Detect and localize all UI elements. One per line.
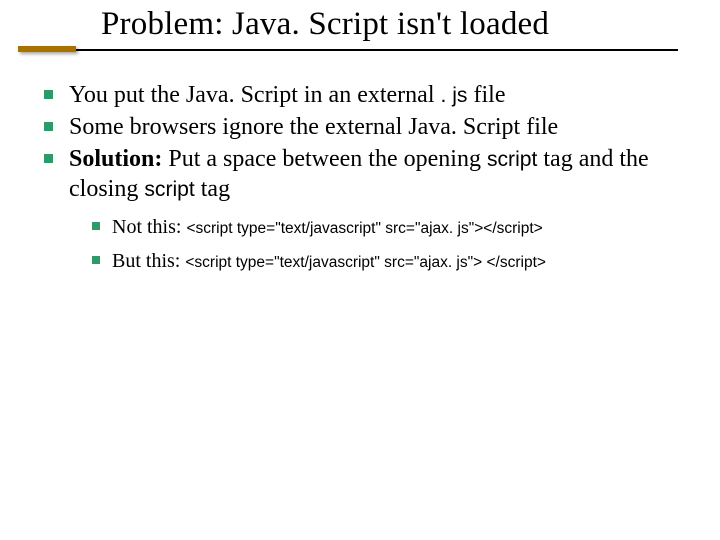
code-text: script [487, 148, 537, 171]
text: But this: [112, 250, 185, 272]
sub-bullet-1-text: Not this: <script type="text/javascript"… [112, 214, 543, 240]
bullet-icon [44, 154, 53, 163]
bullet-icon [92, 222, 100, 230]
slide-title: Problem: Java. Script isn't loaded [101, 6, 549, 43]
text: tag [195, 176, 230, 202]
title-underline [76, 49, 678, 51]
bullet-icon [44, 122, 53, 131]
sub-bullet-2: But this: <script type="text/javascript"… [92, 248, 684, 274]
code-text: <script type="text/javascript" src="ajax… [186, 220, 542, 237]
code-text: . js [441, 84, 468, 107]
bullet-2-text: Some browsers ignore the external Java. … [69, 112, 558, 142]
bullet-3: Solution: Put a space between the openin… [44, 144, 684, 204]
sub-bullet-1: Not this: <script type="text/javascript"… [92, 214, 684, 240]
bullet-1-text: You put the Java. Script in an external … [69, 80, 505, 110]
text: Not this: [112, 216, 186, 238]
slide: Problem: Java. Script isn't loaded You p… [0, 0, 720, 540]
bullet-3-text: Solution: Put a space between the openin… [69, 144, 684, 204]
bullet-2: Some browsers ignore the external Java. … [44, 112, 684, 142]
text: file [467, 82, 505, 108]
text: You put the Java. Script in an external [69, 82, 441, 108]
text: Put a space between the opening [162, 146, 487, 172]
sub-bullets: Not this: <script type="text/javascript"… [92, 214, 684, 274]
text-bold: Solution: [69, 146, 162, 172]
code-text: script [144, 178, 194, 201]
code-text: <script type="text/javascript" src="ajax… [185, 254, 546, 271]
slide-body: You put the Java. Script in an external … [44, 80, 684, 282]
accent-bar [18, 46, 76, 52]
sub-bullet-2-text: But this: <script type="text/javascript"… [112, 248, 546, 274]
bullet-icon [44, 90, 53, 99]
bullet-1: You put the Java. Script in an external … [44, 80, 684, 110]
bullet-icon [92, 256, 100, 264]
